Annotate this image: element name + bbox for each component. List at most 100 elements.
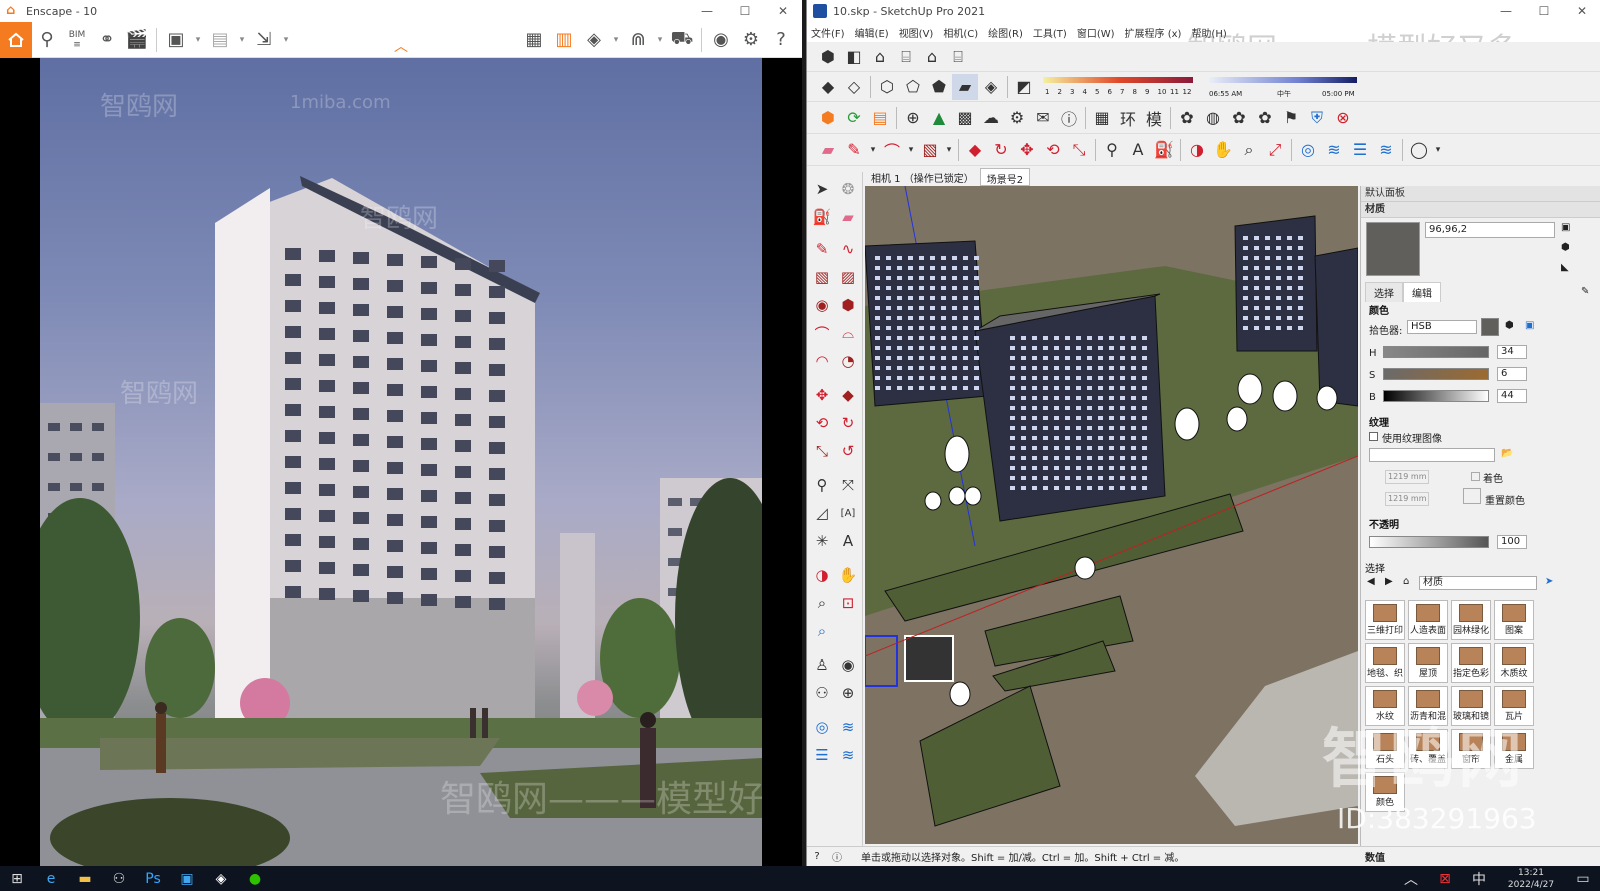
menu-file[interactable]: 文件(F) — [811, 25, 845, 40]
map-icon[interactable]: ▦ — [519, 25, 549, 55]
scale-tool-icon[interactable]: ⤡ — [809, 438, 835, 464]
back-view-icon[interactable]: ⌂ — [919, 44, 945, 70]
checker-icon[interactable]: ▩ — [952, 105, 978, 131]
reset-color-swatch[interactable] — [1463, 488, 1481, 504]
material-name-field[interactable]: 96,96,2 — [1425, 222, 1555, 238]
tape-measure-icon[interactable]: ⚲ — [1099, 137, 1125, 163]
flag-icon[interactable]: ⚑ — [1278, 105, 1304, 131]
maximize-icon[interactable]: ☐ — [1525, 0, 1563, 22]
dimension-icon[interactable]: ⤧ — [835, 472, 861, 498]
network-icon[interactable]: ⊠ — [1428, 866, 1462, 891]
account-icon[interactable]: ◯ — [1406, 137, 1432, 163]
sketchup-taskbar-icon[interactable]: ◈ — [204, 866, 238, 891]
hidden-line-icon[interactable]: ⬠ — [900, 74, 926, 100]
export-image-icon[interactable]: ▣ — [161, 25, 191, 55]
info-icon[interactable]: ⓘ — [1056, 105, 1082, 131]
reel3-icon[interactable]: ✿ — [1252, 105, 1278, 131]
extension-manager-icon[interactable]: ≋ — [1373, 137, 1399, 163]
close-icon[interactable]: ✕ — [764, 0, 802, 22]
chevron-down-icon[interactable]: ▾ — [279, 25, 293, 55]
minimize-icon[interactable]: — — [688, 0, 726, 22]
vr-icon[interactable]: ◉ — [706, 25, 736, 55]
shaded-icon[interactable]: ⬟ — [926, 74, 952, 100]
env-icon[interactable]: 环 — [1115, 105, 1141, 131]
material-folder[interactable]: 屋顶 — [1408, 643, 1448, 683]
menu-tools[interactable]: 工具(T) — [1033, 25, 1067, 40]
rect-tool-icon[interactable]: ▧ — [809, 264, 835, 290]
warehouse-icon[interactable]: ◎ — [1295, 137, 1321, 163]
material-folder[interactable]: 图案 — [1494, 600, 1534, 640]
help-icon[interactable]: ? — [807, 851, 827, 862]
move-tool-icon[interactable]: ✥ — [809, 382, 835, 408]
eraser-icon[interactable]: ▰ — [815, 137, 841, 163]
collapse-caret-icon[interactable]: ︿ — [394, 36, 408, 56]
rotated-rect-icon[interactable]: ▨ — [835, 264, 861, 290]
chevron-down-icon[interactable]: ▾ — [867, 137, 879, 163]
layout-icon[interactable]: ☰ — [1347, 137, 1373, 163]
menu-extensions[interactable]: 扩展程序 (x) — [1125, 25, 1182, 40]
offset-icon[interactable]: ↺ — [835, 438, 861, 464]
library-select[interactable]: 材质 — [1419, 576, 1537, 590]
shaded-textures-icon[interactable]: ▰ — [952, 73, 978, 100]
materials-header[interactable]: 材质 — [1361, 202, 1600, 218]
shadows-icon[interactable]: ◩ — [1011, 74, 1037, 100]
use-texture-checkbox[interactable] — [1369, 432, 1378, 441]
front-view-icon[interactable]: ⌂ — [867, 44, 893, 70]
chevron-down-icon[interactable]: ▾ — [653, 25, 667, 55]
arc2-icon[interactable]: ⌓ — [835, 320, 861, 346]
3d-text-icon[interactable]: A — [835, 528, 861, 554]
sphere-icon[interactable]: ◍ — [1200, 105, 1226, 131]
orbit-tool-icon[interactable]: ◑ — [809, 562, 835, 588]
walk-icon[interactable]: ⚇ — [809, 680, 835, 706]
ext-manager-tool-icon[interactable]: ≋ — [835, 742, 861, 768]
iso-view-icon[interactable]: ⬢ — [815, 44, 841, 70]
home-icon[interactable] — [0, 21, 32, 58]
material-folder[interactable]: 地毯、织 — [1365, 643, 1405, 683]
material-folder[interactable]: 木质纹 — [1494, 643, 1534, 683]
render-viewport[interactable]: 智鸥网 1miba.com 智鸥网 智鸥网 智鸥网———模型好又多——— — [40, 58, 762, 866]
chevron-down-icon[interactable]: ▾ — [609, 25, 623, 55]
saturation-value[interactable]: 6 — [1497, 367, 1527, 381]
ime-label[interactable]: 中 — [1462, 866, 1496, 891]
tab-select[interactable]: 选择 — [1365, 282, 1403, 302]
upload-icon[interactable]: ☁ — [978, 105, 1004, 131]
details-icon[interactable]: ➤ — [1545, 576, 1553, 587]
brightness-slider[interactable] — [1383, 390, 1489, 402]
help-icon[interactable]: ? — [766, 25, 796, 55]
freehand-icon[interactable]: ∿ — [835, 236, 861, 262]
add-icon[interactable]: ⊕ — [900, 105, 926, 131]
cube-icon[interactable]: ◈ — [579, 25, 609, 55]
chevron-down-icon[interactable]: ▾ — [943, 137, 955, 163]
top-view-icon[interactable]: ◧ — [841, 44, 867, 70]
pencil-icon[interactable]: ✎ — [841, 137, 867, 163]
component-icon[interactable]: ❂ — [835, 176, 861, 202]
text-icon[interactable]: A — [1125, 137, 1151, 163]
saturation-slider[interactable] — [1383, 368, 1489, 380]
store-icon[interactable]: ▣ — [170, 866, 204, 891]
menu-edit[interactable]: 编辑(E) — [855, 25, 889, 40]
hue-value[interactable]: 34 — [1497, 345, 1527, 359]
tree-icon[interactable]: ▲ — [926, 105, 952, 131]
file-explorer-icon[interactable]: ▬ — [68, 866, 102, 891]
home-icon[interactable]: ⌂ — [1403, 576, 1409, 587]
clapper-icon[interactable]: 🎬 — [122, 25, 152, 55]
zoom-extents-icon[interactable]: ⤢ — [1262, 137, 1288, 163]
arc-tool-icon[interactable]: ⌒ — [809, 320, 835, 346]
monochrome-icon[interactable]: ◈ — [978, 74, 1004, 100]
match-model-icon[interactable]: ⬢ — [1505, 320, 1514, 331]
material-folder[interactable]: 人造表面 — [1408, 600, 1448, 640]
back-edges-icon[interactable]: ◇ — [841, 74, 867, 100]
circle-icon[interactable]: ◉ — [809, 292, 835, 318]
zoom-icon[interactable]: ⌕ — [1236, 137, 1262, 163]
texture-width-field[interactable]: 1219 mm — [1385, 470, 1429, 484]
tab-camera-1[interactable]: 相机 1 （操作已锁定） — [865, 168, 980, 186]
arc-icon[interactable]: ⌒ — [879, 137, 905, 163]
position-camera-icon[interactable]: ♙ — [809, 652, 835, 678]
forward-icon[interactable]: ▶ — [1385, 576, 1393, 587]
asset-icon[interactable]: ⛟ — [667, 25, 697, 55]
model-viewport[interactable] — [865, 186, 1358, 844]
look-around-icon[interactable]: ◉ — [835, 652, 861, 678]
chevron-down-icon[interactable]: ▾ — [905, 137, 917, 163]
ie-icon[interactable]: e — [34, 866, 68, 891]
section-plane-icon[interactable]: ⊕ — [835, 680, 861, 706]
